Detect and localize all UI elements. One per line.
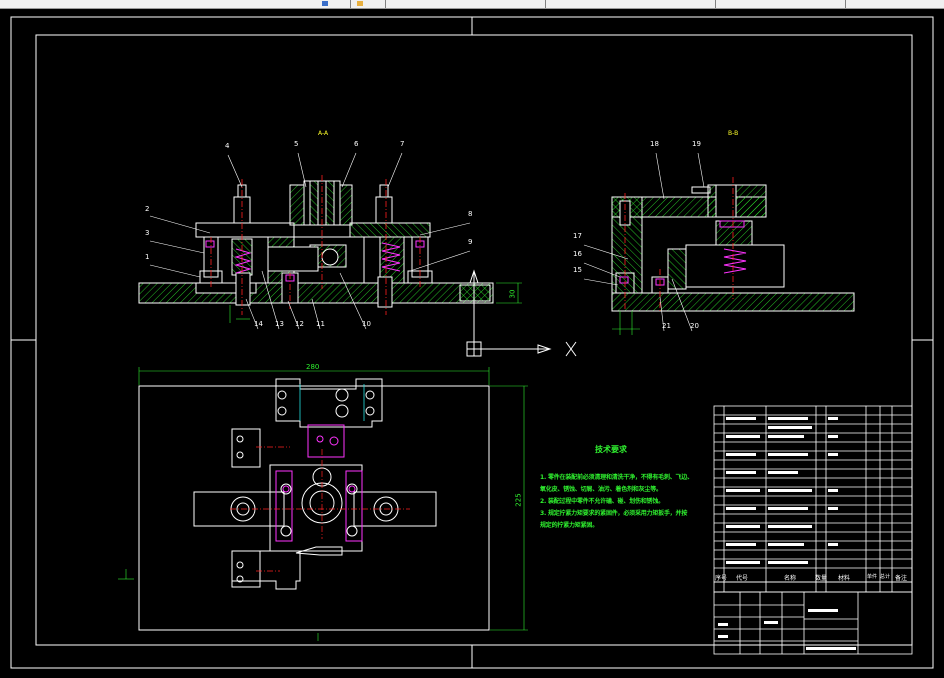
technical-requirements-title: 技术要求 (595, 445, 627, 454)
part-number-14: 14 (254, 320, 263, 328)
part-number-10: 10 (362, 320, 371, 328)
part-number-1: 1 (145, 253, 150, 261)
part-number-17: 17 (573, 232, 582, 240)
header-index: 序号 (715, 575, 728, 582)
part-number-19: 19 (692, 140, 701, 148)
section-view-a (138, 180, 494, 308)
part-number-20: 20 (690, 322, 699, 330)
dimension-overall-height: 225 (514, 493, 523, 507)
header-total-weight: 总计 (880, 574, 891, 580)
toolbar-icon[interactable] (357, 1, 363, 6)
dimension-overall-width: 280 (306, 363, 320, 371)
part-number-5: 5 (294, 140, 299, 148)
part-number-8: 8 (468, 210, 473, 218)
part-number-16: 16 (573, 250, 582, 258)
requirement-line: 氧化皮、锈蚀、切屑、油污、着色剂和灰尘等。 (540, 486, 662, 493)
ucs-x-label: X (587, 336, 588, 344)
part-number-4: 4 (225, 142, 230, 150)
part-number-21: 21 (662, 322, 671, 330)
part-number-2: 2 (145, 205, 150, 213)
cad-drawing (10, 16, 934, 669)
toolbar-icon[interactable] (322, 1, 328, 6)
requirement-line: 1. 零件在装配前必须清理和清洗干净，不得有毛刺、飞边、 (540, 474, 693, 481)
plan-circles (230, 388, 399, 583)
parts-list-text-marks (718, 417, 856, 650)
header-name: 名称 (784, 575, 797, 582)
plan-centerlines (230, 446, 410, 572)
header-remarks: 备注 (895, 575, 908, 582)
plan-view (138, 378, 490, 631)
header-unit-weight: 单件 (867, 574, 878, 580)
dimension-base-height: 30 (508, 289, 517, 299)
requirement-line: 2. 装配过程中零件不允许磕、碰、划伤和锈蚀。 (540, 498, 664, 505)
part-number-9: 9 (468, 238, 473, 246)
plan-cyan (299, 384, 365, 421)
part-number-6: 6 (354, 140, 359, 148)
part-number-12: 12 (295, 320, 304, 328)
section-label-a: A-A (318, 130, 329, 137)
part-number-3: 3 (145, 229, 150, 237)
part-number-13: 13 (275, 320, 284, 328)
part-number-18: 18 (650, 140, 659, 148)
parts-list (713, 405, 913, 655)
header-material: 材料 (838, 575, 851, 582)
section-label-b: B-B (728, 130, 739, 137)
dimensions-b (612, 311, 640, 335)
plan-dimensions (118, 367, 528, 641)
requirement-line: 规定的拧紧力矩紧固。 (540, 522, 599, 529)
requirement-line: 3. 规定拧紧力矩要求的紧固件，必须采用力矩扳手，并按 (540, 510, 688, 517)
drawing-canvas[interactable] (0, 9, 944, 674)
header-quantity: 数量 (815, 575, 828, 582)
part-number-7: 7 (400, 140, 405, 148)
part-number-15: 15 (573, 266, 582, 274)
toolbar-strip (0, 0, 944, 9)
header-code: 代号 (736, 575, 749, 582)
part-number-11: 11 (316, 320, 325, 328)
